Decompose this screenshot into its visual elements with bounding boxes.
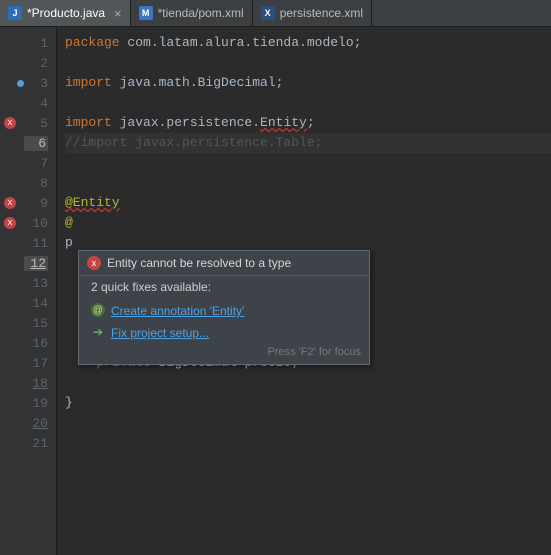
- editor-tabbar: J *Producto.java × M *tienda/pom.xml X p…: [0, 0, 551, 27]
- quickfix-create-annotation[interactable]: @ Create annotation 'Entity': [79, 300, 369, 322]
- error-icon[interactable]: x: [4, 217, 16, 229]
- java-file-icon: J: [8, 6, 22, 20]
- xml-file-icon: X: [261, 6, 275, 20]
- error-icon: x: [87, 256, 101, 270]
- tab-label: *Producto.java: [27, 6, 105, 20]
- tooltip-footer-hint: Press 'F2' for focus: [79, 344, 369, 364]
- error-icon[interactable]: x: [4, 197, 16, 209]
- breakpoint-icon[interactable]: [17, 80, 24, 87]
- tab-producto-java[interactable]: J *Producto.java ×: [0, 0, 131, 26]
- tooltip-header: x Entity cannot be resolved to a type: [79, 251, 369, 276]
- quickfix-fix-project[interactable]: ➔ Fix project setup...: [79, 322, 369, 344]
- tooltip-error-text: Entity cannot be resolved to a type: [107, 256, 291, 270]
- tab-persistence-xml[interactable]: X persistence.xml: [253, 0, 372, 26]
- tab-label: *tienda/pom.xml: [158, 6, 244, 20]
- close-icon[interactable]: ×: [110, 6, 122, 21]
- tooltip-subtitle: 2 quick fixes available:: [79, 276, 369, 300]
- tab-pom-xml[interactable]: M *tienda/pom.xml: [131, 0, 253, 26]
- code-editor[interactable]: 1 2 3 4 x5 6 7 8 x9 x10 11 12 13 14 15 1…: [0, 27, 551, 555]
- arrow-icon: ➔: [91, 325, 105, 339]
- error-tooltip: x Entity cannot be resolved to a type 2 …: [78, 250, 370, 365]
- line-gutter: 1 2 3 4 x5 6 7 8 x9 x10 11 12 13 14 15 1…: [0, 27, 57, 555]
- error-icon[interactable]: x: [4, 117, 16, 129]
- annotation-icon: @: [91, 303, 105, 317]
- maven-file-icon: M: [139, 6, 153, 20]
- tab-label: persistence.xml: [280, 6, 363, 20]
